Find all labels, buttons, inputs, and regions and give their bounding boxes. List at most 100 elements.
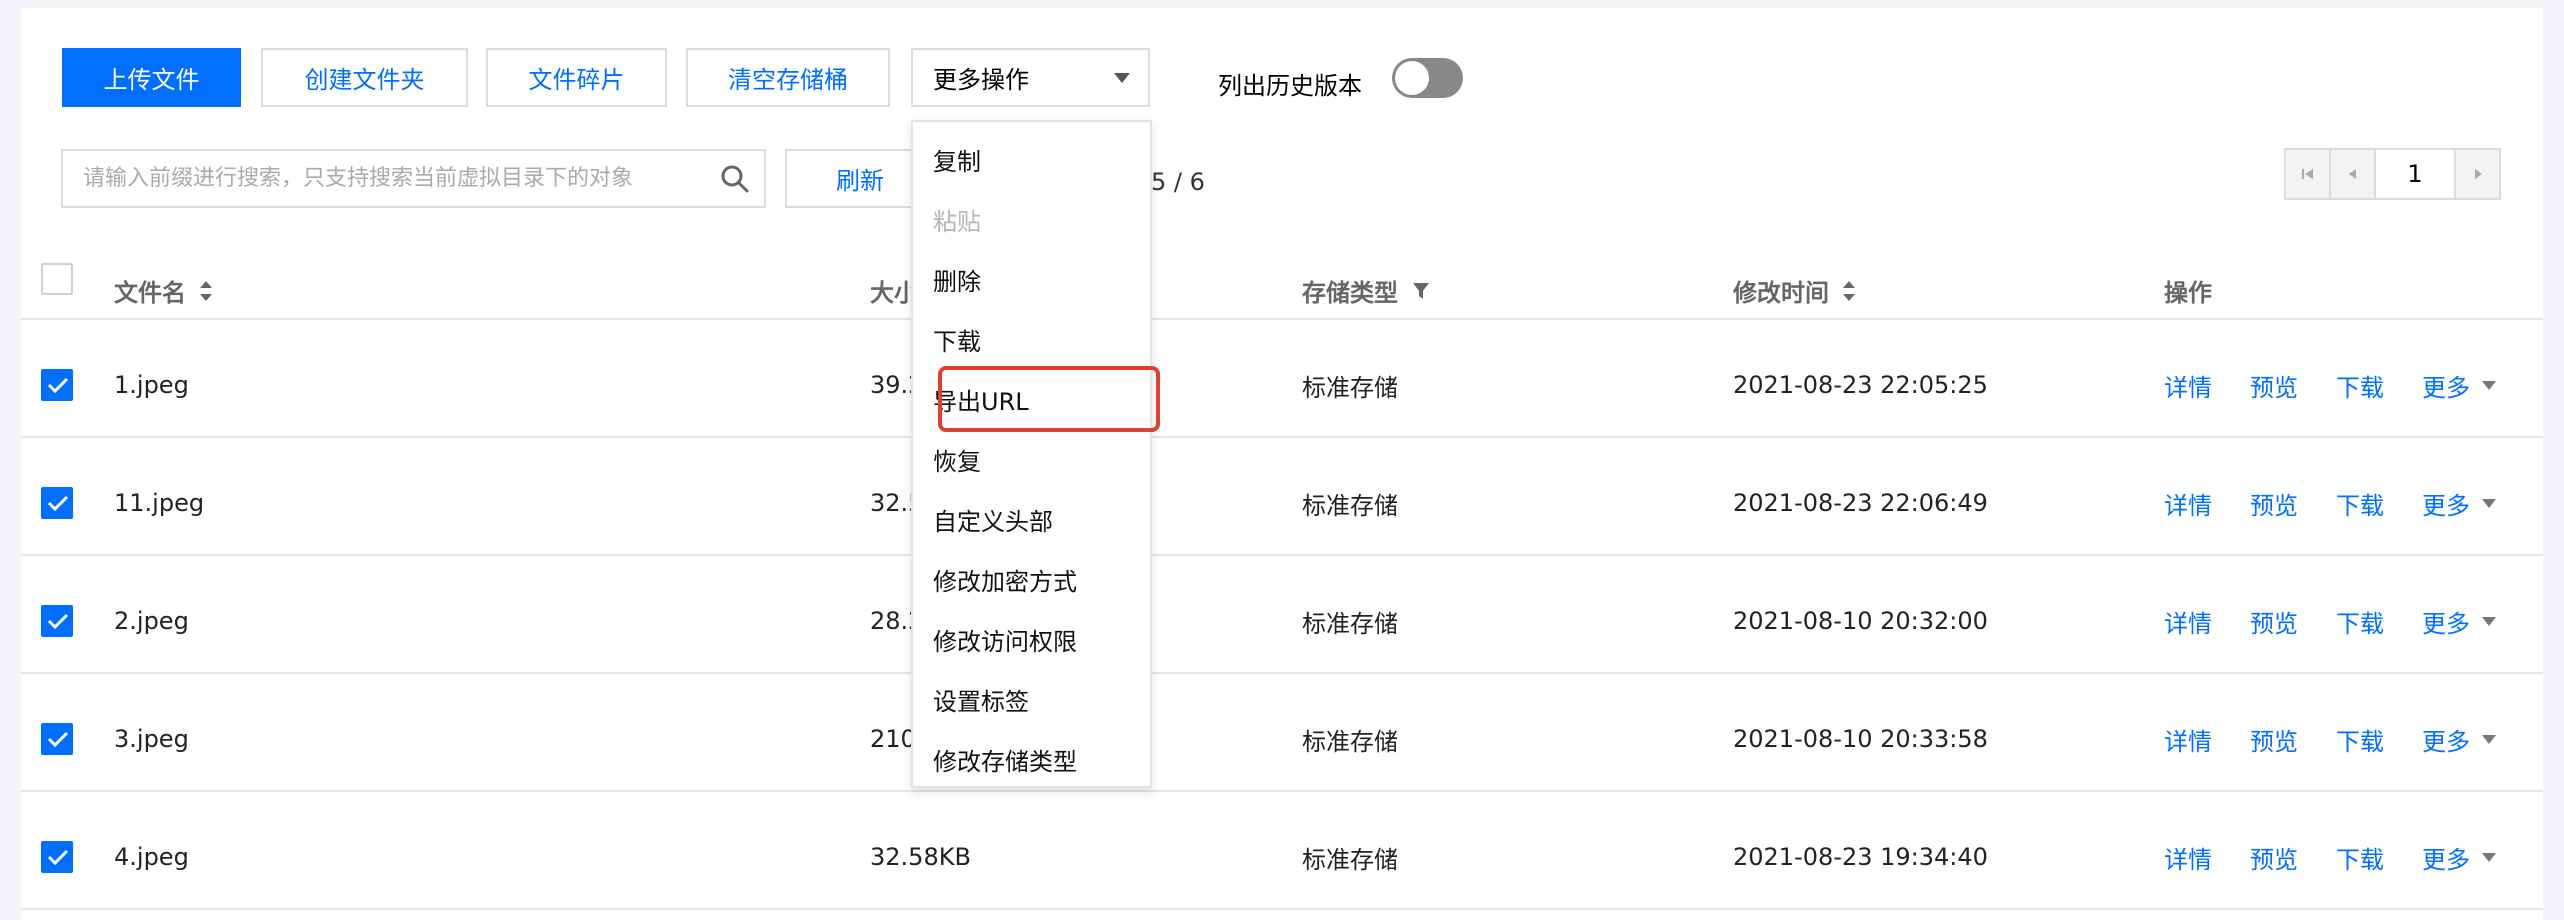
column-header-operations: 操作 xyxy=(2164,279,2212,307)
detail-link[interactable]: 详情 xyxy=(2164,840,2212,875)
chevron-down-icon xyxy=(2482,734,2496,744)
create-folder-button[interactable]: 创建文件夹 xyxy=(261,48,468,107)
search-box xyxy=(61,149,766,208)
upload-file-button[interactable]: 上传文件 xyxy=(62,48,241,107)
modified-time: 2021-08-23 22:06:49 xyxy=(1733,489,1988,517)
sort-icon[interactable] xyxy=(200,280,212,301)
clear-bucket-button[interactable]: 清空存储桶 xyxy=(686,48,890,107)
search-icon[interactable] xyxy=(720,164,750,194)
check-icon xyxy=(47,377,69,394)
preview-link[interactable]: 预览 xyxy=(2250,368,2298,403)
preview-link[interactable]: 预览 xyxy=(2250,604,2298,639)
chevron-left-icon xyxy=(2348,169,2356,179)
first-page-button[interactable] xyxy=(2284,148,2331,200)
file-list-panel: 上传文件 创建文件夹 文件碎片 清空存储桶 更多操作 列出历史版本 刷新 5 /… xyxy=(21,8,2543,920)
menu-item-modify-encryption[interactable]: 修改加密方式 xyxy=(933,562,1077,597)
menu-item-copy[interactable]: 复制 xyxy=(933,142,981,177)
preview-link[interactable]: 预览 xyxy=(2250,840,2298,875)
row-checkbox[interactable] xyxy=(41,369,73,401)
chevron-right-icon xyxy=(2474,169,2482,179)
download-link[interactable]: 下载 xyxy=(2336,722,2384,757)
file-name[interactable]: 2.jpeg xyxy=(114,562,189,680)
filter-icon[interactable] xyxy=(1412,282,1430,300)
menu-item-modify-storage-type[interactable]: 修改存储类型 xyxy=(933,742,1077,777)
more-menu-link[interactable]: 更多 xyxy=(2422,368,2496,403)
first-page-icon xyxy=(2301,169,2313,179)
menu-item-download[interactable]: 下载 xyxy=(933,322,981,357)
chevron-down-icon xyxy=(2482,498,2496,508)
current-page-number[interactable]: 1 xyxy=(2374,148,2456,200)
more-operations-menu: 复制 粘贴 删除 下载 导出URL 恢复 自定义头部 修改加密方式 修改访问权限… xyxy=(911,120,1152,788)
check-icon xyxy=(47,731,69,748)
download-link[interactable]: 下载 xyxy=(2336,368,2384,403)
chevron-down-icon xyxy=(2482,616,2496,626)
menu-item-modify-access[interactable]: 修改访问权限 xyxy=(933,622,1077,657)
menu-item-restore[interactable]: 恢复 xyxy=(933,442,981,477)
more-operations-dropdown[interactable]: 更多操作 xyxy=(911,48,1150,107)
modified-time: 2021-08-23 22:05:25 xyxy=(1733,371,1988,399)
selection-count: 5 / 6 xyxy=(1151,168,1205,196)
row-divider xyxy=(21,554,2543,556)
preview-link[interactable]: 预览 xyxy=(2250,486,2298,521)
check-icon xyxy=(47,495,69,512)
history-versions-toggle[interactable] xyxy=(1392,58,1463,98)
column-header-name[interactable]: 文件名 xyxy=(114,273,212,308)
row-checkbox[interactable] xyxy=(41,605,73,637)
toggle-knob xyxy=(1395,61,1429,95)
detail-link[interactable]: 详情 xyxy=(2164,722,2212,757)
chevron-down-icon xyxy=(2482,852,2496,862)
storage-type: 标准存储 xyxy=(1302,609,1398,638)
sort-icon[interactable] xyxy=(1843,280,1855,301)
row-checkbox[interactable] xyxy=(41,487,73,519)
file-name[interactable]: 11.jpeg xyxy=(114,444,204,562)
table-row: 3.jpeg 210 标准存储 2021-08-10 20:33:58 详情 预… xyxy=(21,680,2543,798)
detail-link[interactable]: 详情 xyxy=(2164,486,2212,521)
menu-item-custom-headers[interactable]: 自定义头部 xyxy=(933,502,1053,537)
pagination: 1 xyxy=(2284,148,2505,200)
row-checkbox[interactable] xyxy=(41,841,73,873)
row-divider xyxy=(21,436,2543,438)
header-divider xyxy=(21,318,2543,320)
detail-link[interactable]: 详情 xyxy=(2164,368,2212,403)
more-menu-link[interactable]: 更多 xyxy=(2422,486,2496,521)
search-input[interactable] xyxy=(63,151,703,206)
file-name[interactable]: 3.jpeg xyxy=(114,680,189,798)
file-fragments-button[interactable]: 文件碎片 xyxy=(486,48,667,107)
preview-link[interactable]: 预览 xyxy=(2250,722,2298,757)
download-link[interactable]: 下载 xyxy=(2336,604,2384,639)
row-divider xyxy=(21,790,2543,792)
storage-type: 标准存储 xyxy=(1302,727,1398,756)
select-all-checkbox[interactable] xyxy=(41,263,73,295)
more-menu-link[interactable]: 更多 xyxy=(2422,722,2496,757)
file-size: 32.58KB xyxy=(870,843,971,871)
next-page-button[interactable] xyxy=(2454,148,2501,200)
detail-link[interactable]: 详情 xyxy=(2164,604,2212,639)
more-menu-link[interactable]: 更多 xyxy=(2422,840,2496,875)
modified-time: 2021-08-10 20:33:58 xyxy=(1733,725,1988,753)
check-icon xyxy=(47,849,69,866)
file-size: 210 xyxy=(870,725,916,753)
menu-item-paste: 粘贴 xyxy=(933,208,981,236)
download-link[interactable]: 下载 xyxy=(2336,840,2384,875)
column-header-modified-time[interactable]: 修改时间 xyxy=(1733,273,1855,308)
storage-type: 标准存储 xyxy=(1302,491,1398,520)
row-checkbox[interactable] xyxy=(41,723,73,755)
table-row: 2.jpeg 28.2 标准存储 2021-08-10 20:32:00 详情 … xyxy=(21,562,2543,680)
file-name[interactable]: 1.jpeg xyxy=(114,326,189,444)
menu-item-set-tags[interactable]: 设置标签 xyxy=(933,682,1029,717)
more-menu-link[interactable]: 更多 xyxy=(2422,604,2496,639)
menu-item-export-url[interactable]: 导出URL xyxy=(933,382,1029,417)
menu-item-delete[interactable]: 删除 xyxy=(933,262,981,297)
check-icon xyxy=(47,613,69,630)
prev-page-button[interactable] xyxy=(2329,148,2376,200)
file-name[interactable]: 4.jpeg xyxy=(114,798,189,916)
list-history-versions-label: 列出历史版本 xyxy=(1218,72,1362,100)
column-header-storage-type: 存储类型 xyxy=(1302,273,1430,308)
download-link[interactable]: 下载 xyxy=(2336,486,2384,521)
storage-type: 标准存储 xyxy=(1302,845,1398,874)
chevron-down-icon xyxy=(2482,380,2496,390)
row-divider xyxy=(21,672,2543,674)
table-row: 4.jpeg 32.58KB 标准存储 2021-08-23 19:34:40 … xyxy=(21,798,2543,916)
more-operations-label: 更多操作 xyxy=(933,66,1029,94)
modified-time: 2021-08-10 20:32:00 xyxy=(1733,607,1988,635)
